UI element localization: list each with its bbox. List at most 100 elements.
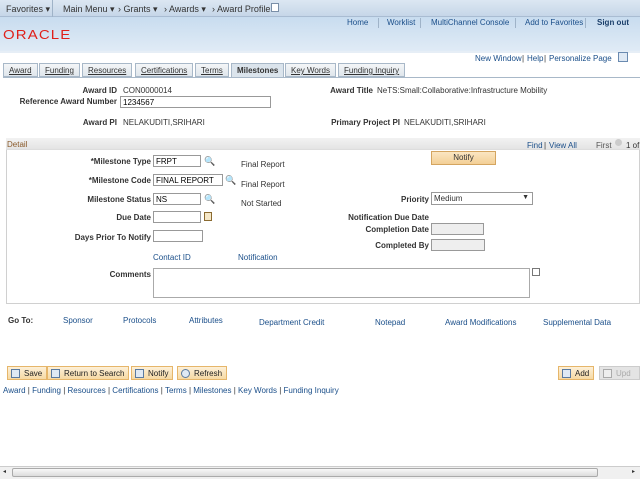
goto-sponsor-link[interactable]: Sponsor	[63, 316, 93, 325]
add-label: Add	[575, 369, 590, 378]
refresh-label: Refresh	[194, 369, 223, 378]
scroll-left-icon[interactable]: ◂	[3, 468, 6, 475]
bottom-link-key-words[interactable]: Key Words	[238, 386, 277, 395]
main-menu[interactable]: Main Menu ▾	[63, 4, 115, 15]
lookup-icon[interactable]: 🔍	[225, 175, 236, 186]
completion-date-input	[431, 223, 484, 235]
goto-award-modifications-link[interactable]: Award Modifications	[445, 318, 516, 327]
milestone-code-label: *Milestone Code	[88, 176, 151, 185]
bottom-link-award[interactable]: Award	[3, 386, 26, 395]
bottom-link-terms[interactable]: Terms	[165, 386, 187, 395]
milestone-code-description: Final Report	[241, 180, 285, 189]
help-link[interactable]: Help	[527, 54, 543, 63]
breadcrumb-grants[interactable]: › Grants ▾	[118, 4, 158, 15]
refresh-button[interactable]: Refresh	[177, 366, 228, 380]
priority-select[interactable]: Medium ▼	[431, 192, 533, 205]
due-date-input[interactable]	[153, 211, 201, 223]
milestone-status-input[interactable]	[153, 193, 201, 205]
view-all-link[interactable]: View All	[549, 141, 577, 150]
divider	[420, 18, 421, 28]
update-button: Upd	[599, 366, 640, 380]
comments-label: Comments	[109, 270, 151, 279]
reference-award-number-input[interactable]	[120, 96, 271, 108]
save-icon	[11, 369, 20, 378]
award-title-label: Award Title	[330, 86, 373, 95]
update-label: Upd	[616, 369, 631, 378]
bottom-link-certifications[interactable]: Certifications	[112, 386, 158, 395]
breadcrumb-awards[interactable]: › Awards ▾	[164, 4, 206, 15]
divider	[585, 18, 586, 28]
contact-id-link[interactable]: Contact ID	[153, 253, 191, 262]
goto-label: Go To:	[8, 316, 34, 325]
goto-department-credit-link[interactable]: Department Credit	[259, 318, 324, 327]
due-date-label: Due Date	[116, 213, 151, 222]
priority-value: Medium	[434, 194, 463, 203]
goto-supplemental-data-link[interactable]: Supplemental Data	[543, 318, 611, 327]
first-label: First	[596, 141, 612, 150]
milestone-status-description: Not Started	[241, 199, 282, 208]
bottom-link-funding-inquiry[interactable]: Funding Inquiry	[284, 386, 339, 395]
notify-toolbar-button[interactable]: Notify	[131, 366, 174, 380]
bottom-links: Award | Funding | Resources | Certificat…	[3, 386, 339, 395]
return-icon	[51, 369, 60, 378]
find-link[interactable]: Find	[527, 141, 543, 150]
multichannel-console-link[interactable]: MultiChannel Console	[431, 18, 509, 27]
personalize-page-link[interactable]: Personalize Page	[549, 54, 612, 63]
add-to-favorites-link[interactable]: Add to Favorites	[525, 18, 583, 27]
return-label: Return to Search	[64, 369, 125, 378]
days-prior-to-notify-label: Days Prior To Notify	[74, 233, 151, 242]
divider	[515, 18, 516, 28]
tab-funding-inquiry[interactable]: Funding Inquiry	[338, 63, 406, 77]
header-band	[0, 51, 640, 53]
completed-by-input	[431, 239, 485, 251]
tab-certifications[interactable]: Certifications	[135, 63, 194, 77]
new-window-link[interactable]: New Window	[475, 54, 522, 63]
scrollbar-thumb[interactable]	[12, 468, 598, 477]
save-button[interactable]: Save	[7, 366, 48, 380]
milestone-type-input[interactable]	[153, 155, 201, 167]
calendar-icon[interactable]	[204, 212, 212, 221]
notification-due-date-label: Notification Due Date	[348, 213, 429, 222]
bottom-link-milestones[interactable]: Milestones	[193, 386, 231, 395]
lookup-icon[interactable]: 🔍	[204, 156, 215, 167]
breadcrumb-award-profile[interactable]: › Award Profile	[212, 4, 270, 14]
favorites-menu[interactable]: Favorites ▾	[6, 4, 50, 15]
grid-icon[interactable]	[618, 52, 628, 62]
tab-funding[interactable]: Funding	[39, 63, 80, 77]
award-id-value: CON0000014	[123, 86, 172, 95]
award-pi-value: NELAKUDITI,SRIHARI	[123, 118, 205, 127]
bottom-link-funding[interactable]: Funding	[32, 386, 61, 395]
priority-label: Priority	[400, 195, 429, 204]
tab-milestones[interactable]: Milestones	[231, 63, 285, 78]
goto-notepad-link[interactable]: Notepad	[375, 318, 405, 327]
notify-label: Notify	[148, 369, 169, 378]
completed-by-label: Completed By	[375, 241, 429, 250]
milestone-code-input[interactable]	[153, 174, 223, 186]
expand-icon[interactable]	[532, 268, 540, 276]
add-button[interactable]: Add	[558, 366, 595, 380]
home-link[interactable]: Home	[347, 18, 368, 27]
search-icon[interactable]	[271, 3, 279, 12]
tab-resources[interactable]: Resources	[82, 63, 133, 77]
milestone-status-label: Milestone Status	[87, 195, 151, 204]
refresh-icon	[181, 369, 190, 378]
scroll-right-icon[interactable]: ▸	[632, 468, 635, 475]
goto-protocols-link[interactable]: Protocols	[123, 316, 156, 325]
tab-key-words[interactable]: Key Words	[285, 63, 336, 77]
previous-icon[interactable]	[615, 139, 622, 146]
comments-textarea[interactable]	[153, 268, 530, 298]
sign-out-link[interactable]: Sign out	[597, 18, 629, 27]
bottom-link-resources[interactable]: Resources	[68, 386, 106, 395]
worklist-link[interactable]: Worklist	[387, 18, 415, 27]
tab-terms[interactable]: Terms	[195, 63, 229, 77]
goto-attributes-link[interactable]: Attributes	[189, 316, 223, 325]
return-to-search-button[interactable]: Return to Search	[47, 366, 130, 380]
divider: |	[544, 54, 547, 63]
lookup-icon[interactable]: 🔍	[204, 194, 215, 205]
notify-button[interactable]: Notify	[431, 151, 496, 165]
tab-award[interactable]: Award	[3, 63, 38, 77]
update-icon	[603, 369, 612, 378]
days-prior-to-notify-input[interactable]	[153, 230, 203, 242]
primary-project-pi-label: Primary Project PI	[331, 118, 400, 127]
notification-link[interactable]: Notification	[238, 253, 278, 262]
